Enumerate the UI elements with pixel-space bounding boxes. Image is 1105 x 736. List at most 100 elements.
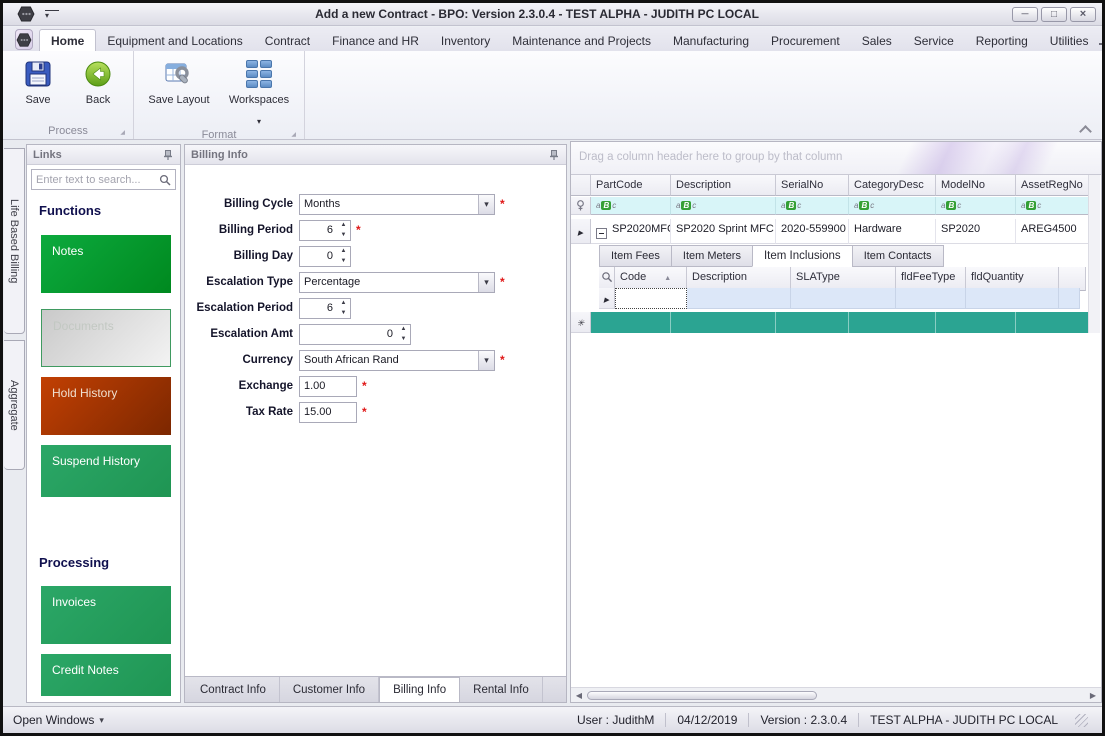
column-header-partcode[interactable]: PartCode	[591, 175, 671, 196]
column-header-assetregno[interactable]: AssetRegNo	[1016, 175, 1090, 196]
currency-select[interactable]: South African Rand	[299, 350, 495, 371]
escalation-type-select[interactable]: Percentage	[299, 272, 495, 293]
column-header-serialno[interactable]: SerialNo	[776, 175, 849, 196]
close-button[interactable]	[1070, 7, 1096, 22]
cell-description[interactable]: SP2020 Sprint MFC	[671, 219, 776, 244]
tab-inventory[interactable]: Inventory	[430, 30, 501, 51]
filter-cell[interactable]: aBc	[1016, 197, 1090, 215]
chevron-down-icon[interactable]	[478, 351, 494, 370]
tab-customer-info[interactable]: Customer Info	[280, 677, 379, 702]
floppy-icon	[23, 59, 53, 89]
select-value: Months	[300, 195, 478, 214]
decorative-swoosh	[801, 142, 1101, 174]
spinner-arrows-icon[interactable]	[337, 299, 350, 318]
scroll-right-icon[interactable]: ▶	[1085, 691, 1101, 700]
group-by-bar[interactable]: Drag a column header here to group by th…	[571, 142, 1101, 175]
minimize-button[interactable]	[1012, 7, 1038, 22]
column-header-modelno[interactable]: ModelNo	[936, 175, 1016, 196]
tab-contract[interactable]: Contract	[254, 30, 321, 51]
hold-history-button[interactable]: Hold History	[41, 377, 171, 435]
pin-icon[interactable]	[162, 149, 174, 161]
detail-cell[interactable]	[687, 288, 791, 309]
workspaces-button[interactable]: Workspaces	[220, 55, 298, 129]
cell-serialno[interactable]: 2020-559900	[776, 219, 849, 244]
billing-day-spinner[interactable]: 0	[299, 246, 351, 267]
column-header-categorydesc[interactable]: CategoryDesc	[849, 175, 936, 196]
tab-equipment-and-locations[interactable]: Equipment and Locations	[96, 30, 253, 51]
collapse-detail-icon[interactable]	[596, 228, 607, 239]
exchange-input[interactable]: 1.00	[299, 376, 357, 397]
suspend-history-button[interactable]: Suspend History	[41, 445, 171, 497]
filter-cell[interactable]: aBc	[936, 197, 1016, 215]
save-layout-button[interactable]: Save Layout	[140, 55, 218, 106]
tab-manufacturing[interactable]: Manufacturing	[662, 30, 760, 51]
spinner-arrows-icon[interactable]	[337, 221, 350, 240]
tab-maintenance-and-projects[interactable]: Maintenance and Projects	[501, 30, 662, 51]
tab-reporting[interactable]: Reporting	[965, 30, 1039, 51]
column-header-description[interactable]: Description	[671, 175, 776, 196]
application-menu-button[interactable]	[15, 29, 33, 50]
credit-notes-button[interactable]: Credit Notes	[41, 654, 171, 696]
chevron-down-icon[interactable]	[478, 195, 494, 214]
tab-finance-and-hr[interactable]: Finance and HR	[321, 30, 430, 51]
cell-modelno[interactable]: SP2020	[936, 219, 1016, 244]
tab-item-fees[interactable]: Item Fees	[599, 245, 671, 267]
quick-access-dropdown-icon[interactable]	[45, 10, 59, 19]
tab-utilities[interactable]: Utilities	[1039, 30, 1100, 51]
spinner-arrows-icon[interactable]	[337, 247, 350, 266]
cell-partcode[interactable]: SP2020MFC	[591, 219, 671, 244]
back-button[interactable]: Back	[69, 55, 127, 106]
side-tab-aggregate[interactable]: Aggregate	[4, 340, 25, 470]
document-minimize-icon[interactable]	[1099, 37, 1102, 45]
detail-cell[interactable]	[791, 288, 896, 309]
tab-item-meters[interactable]: Item Meters	[671, 245, 752, 267]
scrollbar-thumb[interactable]	[587, 691, 817, 700]
detail-cell-code-editor[interactable]	[615, 288, 687, 309]
notes-button[interactable]: Notes	[41, 235, 171, 293]
cell-categorydesc[interactable]: Hardware	[849, 219, 936, 244]
cell-assetregno[interactable]: AREG4500	[1016, 219, 1090, 244]
search-icon[interactable]	[159, 174, 171, 186]
horizontal-scrollbar[interactable]: ◀ ▶	[571, 687, 1101, 702]
tab-contract-info[interactable]: Contract Info	[187, 677, 280, 702]
tab-item-inclusions[interactable]: Item Inclusions	[752, 245, 852, 267]
detail-new-row[interactable]	[599, 288, 1080, 309]
tab-sales[interactable]: Sales	[851, 30, 903, 51]
resize-grip[interactable]	[1075, 714, 1088, 727]
escalation-period-spinner[interactable]: 6	[299, 298, 351, 319]
filter-cell[interactable]: aBc	[849, 197, 936, 215]
open-windows-button[interactable]: Open Windows	[13, 713, 104, 727]
billing-period-spinner[interactable]: 6	[299, 220, 351, 241]
filter-cell[interactable]: aBc	[776, 197, 849, 215]
vertical-scrollbar[interactable]	[1088, 175, 1100, 333]
filter-cell[interactable]: aBc	[671, 197, 776, 215]
tax-rate-input[interactable]: 15.00	[299, 402, 357, 423]
collapse-ribbon-icon[interactable]	[1080, 125, 1090, 133]
pin-icon[interactable]	[548, 149, 560, 161]
search-input[interactable]	[36, 174, 159, 186]
tab-billing-info[interactable]: Billing Info	[379, 677, 460, 702]
grid-data-row[interactable]: SP2020MFC SP2020 Sprint MFC 2020-559900 …	[571, 219, 1090, 244]
detail-cell[interactable]	[896, 288, 966, 309]
detail-cell[interactable]	[966, 288, 1059, 309]
tab-rental-info[interactable]: Rental Info	[460, 677, 543, 702]
chevron-down-icon[interactable]	[478, 273, 494, 292]
grid-new-item-row[interactable]	[571, 312, 1090, 333]
filter-cell[interactable]: aBc	[591, 197, 671, 215]
links-search[interactable]	[31, 169, 176, 190]
tab-service[interactable]: Service	[903, 30, 965, 51]
layout-wrench-icon	[164, 59, 194, 89]
scroll-left-icon[interactable]: ◀	[571, 691, 587, 700]
search-icon	[601, 271, 613, 283]
tab-home[interactable]: Home	[39, 29, 96, 51]
save-button[interactable]: Save	[9, 55, 67, 106]
tab-procurement[interactable]: Procurement	[760, 30, 851, 51]
billing-cycle-select[interactable]: Months	[299, 194, 495, 215]
spinner-arrows-icon[interactable]	[397, 325, 410, 344]
invoices-button[interactable]: Invoices	[41, 586, 171, 644]
side-tab-life-based-billing[interactable]: Life Based Billing	[4, 148, 25, 334]
documents-button[interactable]: Documents	[41, 309, 171, 367]
escalation-amt-spinner[interactable]: 0	[299, 324, 411, 345]
tab-item-contacts[interactable]: Item Contacts	[852, 245, 944, 267]
maximize-button[interactable]	[1041, 7, 1067, 22]
